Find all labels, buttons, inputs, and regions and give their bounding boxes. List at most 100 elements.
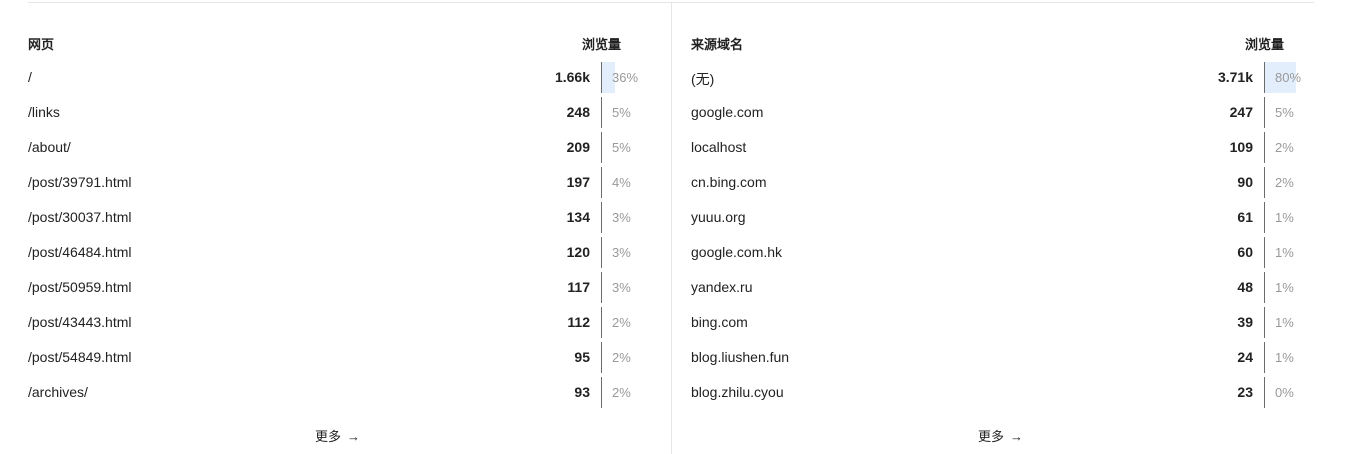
share-bar: 3% <box>601 202 641 233</box>
share-bar: 3% <box>601 237 641 268</box>
share-bar-axis <box>601 307 602 338</box>
pages-header-views: 浏览量 <box>581 37 621 52</box>
row-name[interactable]: google.com <box>691 104 763 120</box>
row-count: 1.66k <box>554 69 590 85</box>
row-name[interactable]: cn.bing.com <box>691 174 766 190</box>
table-row[interactable]: blog.zhilu.cyou 23 0% <box>691 375 1304 410</box>
row-percent: 0% <box>1275 385 1294 400</box>
row-count: 247 <box>1229 104 1253 120</box>
table-row[interactable]: localhost 109 2% <box>691 130 1304 165</box>
row-percent: 1% <box>1275 350 1294 365</box>
row-name[interactable]: /post/43443.html <box>28 314 132 330</box>
row-count: 93 <box>574 384 590 400</box>
row-name[interactable]: /about/ <box>28 139 71 155</box>
table-row[interactable]: cn.bing.com 90 2% <box>691 165 1304 200</box>
row-name[interactable]: bing.com <box>691 314 748 330</box>
share-bar-axis <box>601 377 602 408</box>
pages-more-label: 更多 <box>315 429 342 444</box>
pages-header-name: 网页 <box>28 37 55 52</box>
share-bar-axis <box>601 132 602 163</box>
row-percent: 3% <box>612 245 631 260</box>
row-name[interactable]: /post/39791.html <box>28 174 132 190</box>
share-bar-axis <box>1264 377 1265 408</box>
row-percent: 1% <box>1275 315 1294 330</box>
row-count: 3.71k <box>1217 69 1253 85</box>
row-name[interactable]: localhost <box>691 139 746 155</box>
share-bar: 2% <box>1264 167 1304 198</box>
table-row[interactable]: blog.liushen.fun 24 1% <box>691 340 1304 375</box>
share-bar-axis <box>601 97 602 128</box>
table-row[interactable]: /post/39791.html 197 4% <box>28 165 641 200</box>
share-bar-axis <box>1264 97 1265 128</box>
pages-more-button[interactable]: 更多 → <box>315 426 360 445</box>
row-name[interactable]: /post/54849.html <box>28 349 132 365</box>
row-count: 109 <box>1229 139 1253 155</box>
share-bar: 1% <box>1264 307 1304 338</box>
row-name[interactable]: /post/50959.html <box>28 279 132 295</box>
share-bar-axis <box>601 167 602 198</box>
row-name[interactable]: /archives/ <box>28 384 88 400</box>
row-percent: 5% <box>612 140 631 155</box>
row-percent: 2% <box>612 350 631 365</box>
table-row[interactable]: /post/50959.html 117 3% <box>28 270 641 305</box>
row-count: 90 <box>1237 174 1253 190</box>
row-name[interactable]: blog.liushen.fun <box>691 349 789 365</box>
table-row[interactable]: /archives/93 2% <box>28 375 641 410</box>
referrers-table-header: 来源域名 浏览量 <box>691 34 1304 52</box>
row-name[interactable]: yuuu.org <box>691 209 745 225</box>
table-row[interactable]: google.com 247 5% <box>691 95 1304 130</box>
panel-divider <box>671 2 672 454</box>
table-row[interactable]: (无) 3.71k 80% <box>691 60 1304 95</box>
referrers-panel: 来源域名 浏览量 (无) 3.71k 80% google.com 247 5% local… <box>691 0 1304 454</box>
share-bar: 5% <box>1264 97 1304 128</box>
referrers-more-button[interactable]: 更多 → <box>978 426 1023 445</box>
row-name[interactable]: (无) <box>691 69 714 89</box>
row-count: 61 <box>1237 209 1253 225</box>
share-bar: 2% <box>601 342 641 373</box>
row-percent: 2% <box>612 385 631 400</box>
share-bar: 2% <box>1264 132 1304 163</box>
row-percent: 3% <box>612 210 631 225</box>
row-count: 23 <box>1237 384 1253 400</box>
table-row[interactable]: /links 248 5% <box>28 95 641 130</box>
share-bar-axis <box>601 62 602 93</box>
share-bar-axis <box>1264 237 1265 268</box>
table-row[interactable]: /post/30037.html 134 3% <box>28 200 641 235</box>
referrers-more-label: 更多 <box>978 429 1005 444</box>
table-row[interactable]: yuuu.org 61 1% <box>691 200 1304 235</box>
table-row[interactable]: google.com.hk 60 1% <box>691 235 1304 270</box>
share-bar-axis <box>1264 167 1265 198</box>
row-name[interactable]: yandex.ru <box>691 279 752 295</box>
row-count: 134 <box>566 209 590 225</box>
table-row[interactable]: / 1.66k 36% <box>28 60 641 95</box>
share-bar: 1% <box>1264 342 1304 373</box>
share-bar-axis <box>1264 272 1265 303</box>
table-row[interactable]: /about/209 5% <box>28 130 641 165</box>
row-name[interactable]: /post/30037.html <box>28 209 132 225</box>
share-bar-axis <box>1264 62 1265 93</box>
row-percent: 4% <box>612 175 631 190</box>
row-percent: 2% <box>1275 140 1294 155</box>
row-name[interactable]: google.com.hk <box>691 244 782 260</box>
table-row[interactable]: yandex.ru 48 1% <box>691 270 1304 305</box>
pages-panel: 网页 浏览量 /1.66k 36%/links 248 5%/about/209 5% /… <box>28 0 641 454</box>
row-name[interactable]: /post/46484.html <box>28 244 132 260</box>
share-bar: 1% <box>1264 237 1304 268</box>
table-row[interactable]: /post/43443.html 112 2% <box>28 305 641 340</box>
table-row[interactable]: bing.com 39 1% <box>691 305 1304 340</box>
share-bar-axis <box>1264 202 1265 233</box>
row-count: 24 <box>1237 349 1253 365</box>
row-name[interactable]: / <box>28 69 32 85</box>
row-count: 197 <box>566 174 590 190</box>
table-row[interactable]: /post/46484.html 120 3% <box>28 235 641 270</box>
row-name[interactable]: /links <box>28 104 60 120</box>
row-percent: 36% <box>612 70 639 85</box>
row-percent: 2% <box>612 315 631 330</box>
row-count: 112 <box>567 314 590 330</box>
share-bar: 80% <box>1264 62 1304 93</box>
table-row[interactable]: /post/54849.html 95 2% <box>28 340 641 375</box>
row-count: 117 <box>567 279 590 295</box>
referrers-header-name: 来源域名 <box>691 37 744 52</box>
row-name[interactable]: blog.zhilu.cyou <box>691 384 784 400</box>
share-bar: 4% <box>601 167 641 198</box>
